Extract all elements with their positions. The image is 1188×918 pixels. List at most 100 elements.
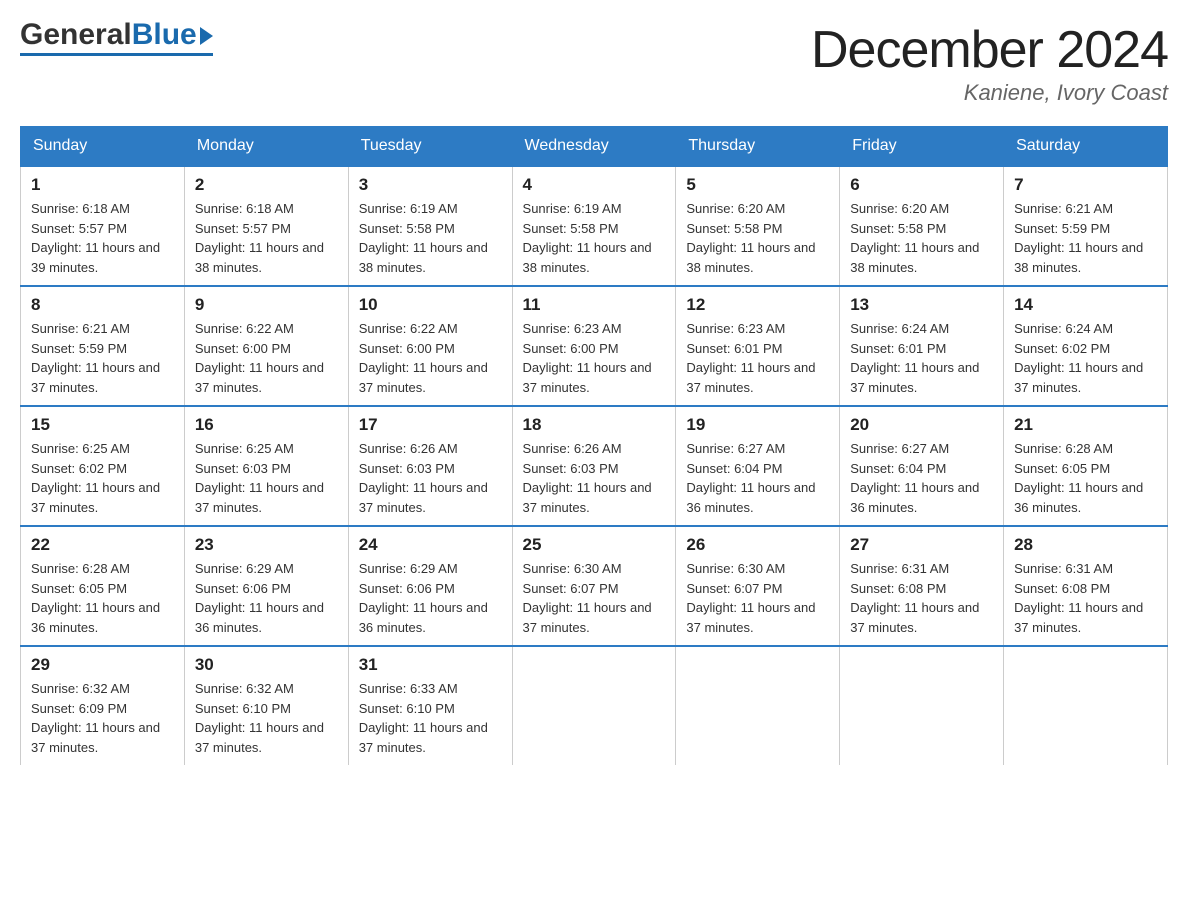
calendar-cell: 16 Sunrise: 6:25 AMSunset: 6:03 PMDaylig… [184, 406, 348, 526]
day-number: 7 [1014, 175, 1157, 195]
column-header-friday: Friday [840, 127, 1004, 167]
calendar-cell: 19 Sunrise: 6:27 AMSunset: 6:04 PMDaylig… [676, 406, 840, 526]
logo-blue-word: Blue [132, 20, 197, 50]
day-info: Sunrise: 6:24 AMSunset: 6:01 PMDaylight:… [850, 319, 993, 397]
page-header: General Blue December 2024 Kaniene, Ivor… [20, 20, 1168, 106]
day-info: Sunrise: 6:25 AMSunset: 6:03 PMDaylight:… [195, 439, 338, 517]
calendar-cell: 24 Sunrise: 6:29 AMSunset: 6:06 PMDaylig… [348, 526, 512, 646]
calendar-table: SundayMondayTuesdayWednesdayThursdayFrid… [20, 126, 1168, 765]
calendar-cell: 1 Sunrise: 6:18 AMSunset: 5:57 PMDayligh… [21, 166, 185, 286]
day-info: Sunrise: 6:21 AMSunset: 5:59 PMDaylight:… [1014, 199, 1157, 277]
day-info: Sunrise: 6:21 AMSunset: 5:59 PMDaylight:… [31, 319, 174, 397]
day-number: 1 [31, 175, 174, 195]
day-info: Sunrise: 6:28 AMSunset: 6:05 PMDaylight:… [31, 559, 174, 637]
day-number: 27 [850, 535, 993, 555]
day-number: 8 [31, 295, 174, 315]
day-info: Sunrise: 6:26 AMSunset: 6:03 PMDaylight:… [359, 439, 502, 517]
day-number: 12 [686, 295, 829, 315]
day-number: 14 [1014, 295, 1157, 315]
calendar-cell: 30 Sunrise: 6:32 AMSunset: 6:10 PMDaylig… [184, 646, 348, 765]
day-number: 23 [195, 535, 338, 555]
day-info: Sunrise: 6:32 AMSunset: 6:09 PMDaylight:… [31, 679, 174, 757]
day-number: 20 [850, 415, 993, 435]
day-number: 4 [523, 175, 666, 195]
day-number: 16 [195, 415, 338, 435]
calendar-cell: 27 Sunrise: 6:31 AMSunset: 6:08 PMDaylig… [840, 526, 1004, 646]
day-info: Sunrise: 6:19 AMSunset: 5:58 PMDaylight:… [523, 199, 666, 277]
calendar-cell: 10 Sunrise: 6:22 AMSunset: 6:00 PMDaylig… [348, 286, 512, 406]
day-number: 6 [850, 175, 993, 195]
day-number: 30 [195, 655, 338, 675]
day-number: 15 [31, 415, 174, 435]
day-number: 11 [523, 295, 666, 315]
day-number: 18 [523, 415, 666, 435]
calendar-cell: 5 Sunrise: 6:20 AMSunset: 5:58 PMDayligh… [676, 166, 840, 286]
calendar-cell: 11 Sunrise: 6:23 AMSunset: 6:00 PMDaylig… [512, 286, 676, 406]
day-info: Sunrise: 6:31 AMSunset: 6:08 PMDaylight:… [850, 559, 993, 637]
day-number: 10 [359, 295, 502, 315]
calendar-cell: 7 Sunrise: 6:21 AMSunset: 5:59 PMDayligh… [1004, 166, 1168, 286]
column-header-thursday: Thursday [676, 127, 840, 167]
day-info: Sunrise: 6:30 AMSunset: 6:07 PMDaylight:… [686, 559, 829, 637]
day-info: Sunrise: 6:33 AMSunset: 6:10 PMDaylight:… [359, 679, 502, 757]
logo: General Blue [20, 20, 213, 56]
day-info: Sunrise: 6:28 AMSunset: 6:05 PMDaylight:… [1014, 439, 1157, 517]
calendar-cell: 2 Sunrise: 6:18 AMSunset: 5:57 PMDayligh… [184, 166, 348, 286]
calendar-cell: 15 Sunrise: 6:25 AMSunset: 6:02 PMDaylig… [21, 406, 185, 526]
calendar-cell: 3 Sunrise: 6:19 AMSunset: 5:58 PMDayligh… [348, 166, 512, 286]
column-header-monday: Monday [184, 127, 348, 167]
calendar-cell: 9 Sunrise: 6:22 AMSunset: 6:00 PMDayligh… [184, 286, 348, 406]
calendar-cell: 13 Sunrise: 6:24 AMSunset: 6:01 PMDaylig… [840, 286, 1004, 406]
calendar-cell: 12 Sunrise: 6:23 AMSunset: 6:01 PMDaylig… [676, 286, 840, 406]
day-info: Sunrise: 6:30 AMSunset: 6:07 PMDaylight:… [523, 559, 666, 637]
day-number: 26 [686, 535, 829, 555]
day-number: 13 [850, 295, 993, 315]
day-number: 25 [523, 535, 666, 555]
calendar-cell: 17 Sunrise: 6:26 AMSunset: 6:03 PMDaylig… [348, 406, 512, 526]
location-subtitle: Kaniene, Ivory Coast [811, 80, 1168, 106]
day-number: 19 [686, 415, 829, 435]
day-info: Sunrise: 6:29 AMSunset: 6:06 PMDaylight:… [359, 559, 502, 637]
day-info: Sunrise: 6:19 AMSunset: 5:58 PMDaylight:… [359, 199, 502, 277]
calendar-cell: 25 Sunrise: 6:30 AMSunset: 6:07 PMDaylig… [512, 526, 676, 646]
day-info: Sunrise: 6:24 AMSunset: 6:02 PMDaylight:… [1014, 319, 1157, 397]
column-header-wednesday: Wednesday [512, 127, 676, 167]
day-number: 21 [1014, 415, 1157, 435]
day-info: Sunrise: 6:31 AMSunset: 6:08 PMDaylight:… [1014, 559, 1157, 637]
logo-underline [20, 53, 213, 56]
calendar-cell [676, 646, 840, 765]
day-info: Sunrise: 6:27 AMSunset: 6:04 PMDaylight:… [686, 439, 829, 517]
day-number: 31 [359, 655, 502, 675]
calendar-cell [840, 646, 1004, 765]
calendar-cell: 18 Sunrise: 6:26 AMSunset: 6:03 PMDaylig… [512, 406, 676, 526]
calendar-cell: 20 Sunrise: 6:27 AMSunset: 6:04 PMDaylig… [840, 406, 1004, 526]
calendar-cell: 8 Sunrise: 6:21 AMSunset: 5:59 PMDayligh… [21, 286, 185, 406]
day-info: Sunrise: 6:23 AMSunset: 6:00 PMDaylight:… [523, 319, 666, 397]
calendar-cell: 29 Sunrise: 6:32 AMSunset: 6:09 PMDaylig… [21, 646, 185, 765]
column-header-sunday: Sunday [21, 127, 185, 167]
day-info: Sunrise: 6:25 AMSunset: 6:02 PMDaylight:… [31, 439, 174, 517]
calendar-cell: 26 Sunrise: 6:30 AMSunset: 6:07 PMDaylig… [676, 526, 840, 646]
day-info: Sunrise: 6:18 AMSunset: 5:57 PMDaylight:… [195, 199, 338, 277]
calendar-cell: 23 Sunrise: 6:29 AMSunset: 6:06 PMDaylig… [184, 526, 348, 646]
calendar-cell: 21 Sunrise: 6:28 AMSunset: 6:05 PMDaylig… [1004, 406, 1168, 526]
day-info: Sunrise: 6:23 AMSunset: 6:01 PMDaylight:… [686, 319, 829, 397]
day-number: 28 [1014, 535, 1157, 555]
calendar-cell: 6 Sunrise: 6:20 AMSunset: 5:58 PMDayligh… [840, 166, 1004, 286]
logo-arrow-icon [200, 27, 213, 45]
day-info: Sunrise: 6:26 AMSunset: 6:03 PMDaylight:… [523, 439, 666, 517]
day-number: 22 [31, 535, 174, 555]
day-info: Sunrise: 6:18 AMSunset: 5:57 PMDaylight:… [31, 199, 174, 277]
column-header-saturday: Saturday [1004, 127, 1168, 167]
day-number: 29 [31, 655, 174, 675]
calendar-cell: 28 Sunrise: 6:31 AMSunset: 6:08 PMDaylig… [1004, 526, 1168, 646]
month-year-title: December 2024 [811, 20, 1168, 80]
day-number: 3 [359, 175, 502, 195]
day-number: 24 [359, 535, 502, 555]
day-number: 2 [195, 175, 338, 195]
calendar-cell: 22 Sunrise: 6:28 AMSunset: 6:05 PMDaylig… [21, 526, 185, 646]
title-block: December 2024 Kaniene, Ivory Coast [811, 20, 1168, 106]
day-info: Sunrise: 6:22 AMSunset: 6:00 PMDaylight:… [359, 319, 502, 397]
day-info: Sunrise: 6:22 AMSunset: 6:00 PMDaylight:… [195, 319, 338, 397]
day-number: 5 [686, 175, 829, 195]
